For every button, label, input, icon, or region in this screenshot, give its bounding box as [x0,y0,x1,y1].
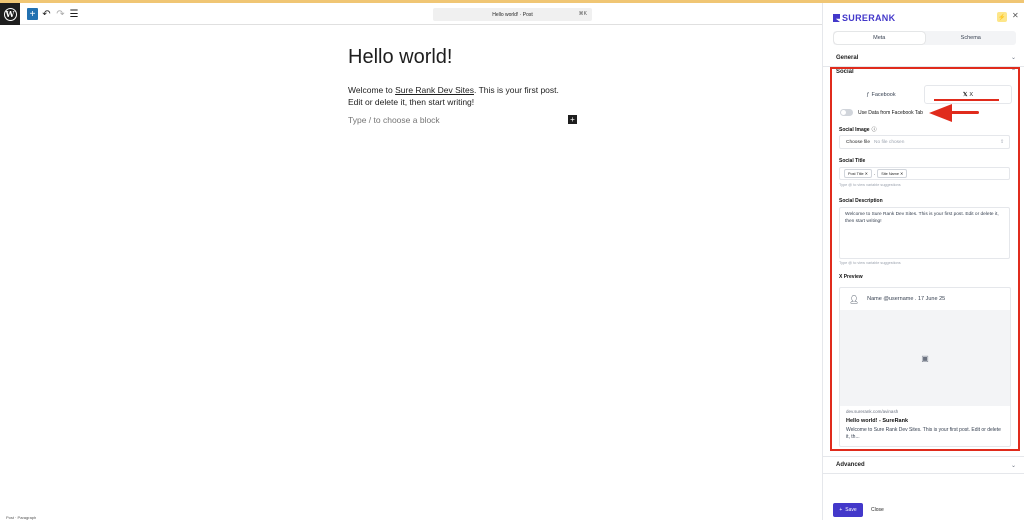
undo-icon[interactable]: ↶ [42,8,51,20]
body-text-start: Welcome to [348,85,396,95]
advanced-label: Advanced [836,462,865,468]
chevron-down-icon: ⌄ [1010,55,1016,61]
surerank-logo: SURERANK [833,13,895,23]
annotation-highlight-box [830,67,1020,451]
save-button[interactable]: + Save [833,503,863,517]
save-icon: + [839,507,843,513]
panel-header: SURERANK ⚡ ✕ [823,3,1024,30]
general-label: General [836,54,859,61]
document-overview-icon[interactable]: ☰ [69,8,79,20]
block-inserter-button[interactable]: + [568,115,577,124]
wordpress-logo-icon[interactable]: W [0,3,20,25]
site-link[interactable]: Sure Rank Dev Sites [395,85,474,95]
redo-icon[interactable]: ↷ [56,8,65,20]
surerank-mark-icon [833,14,840,22]
panel-tabs: Meta Schema [833,31,1016,45]
seo-score-icon[interactable]: ⚡ [997,12,1007,22]
annotation-arrow-line [951,111,979,114]
save-label: Save [845,507,857,513]
close-icon[interactable]: ✕ [1012,11,1019,20]
document-title-bar[interactable]: Hello world! · Post ⌘K [433,8,592,21]
section-advanced[interactable]: Advanced ⌄ [823,456,1024,474]
editor-canvas: Hello world! Welcome to Sure Rank Dev Si… [0,26,822,520]
annotation-arrow-head [929,104,952,122]
chevron-down-icon: ⌄ [1010,462,1016,469]
tab-meta[interactable]: Meta [834,32,925,44]
post-title[interactable]: Hello world! [348,46,452,69]
document-title: Hello world! · Post [492,11,533,18]
command-shortcut: ⌘K [578,11,587,17]
editor-status: Post · Paragraph [6,515,37,520]
post-paragraph[interactable]: Welcome to Sure Rank Dev Sites. This is … [348,84,568,108]
close-button[interactable]: Close [871,503,884,517]
annotation-underline [934,99,999,101]
brand-name: SURERANK [842,13,896,23]
section-general[interactable]: General ⌄ [823,49,1024,67]
add-block-button[interactable]: + [27,8,38,20]
block-placeholder[interactable]: Type / to choose a block [348,115,440,125]
tab-schema[interactable]: Schema [926,31,1017,45]
